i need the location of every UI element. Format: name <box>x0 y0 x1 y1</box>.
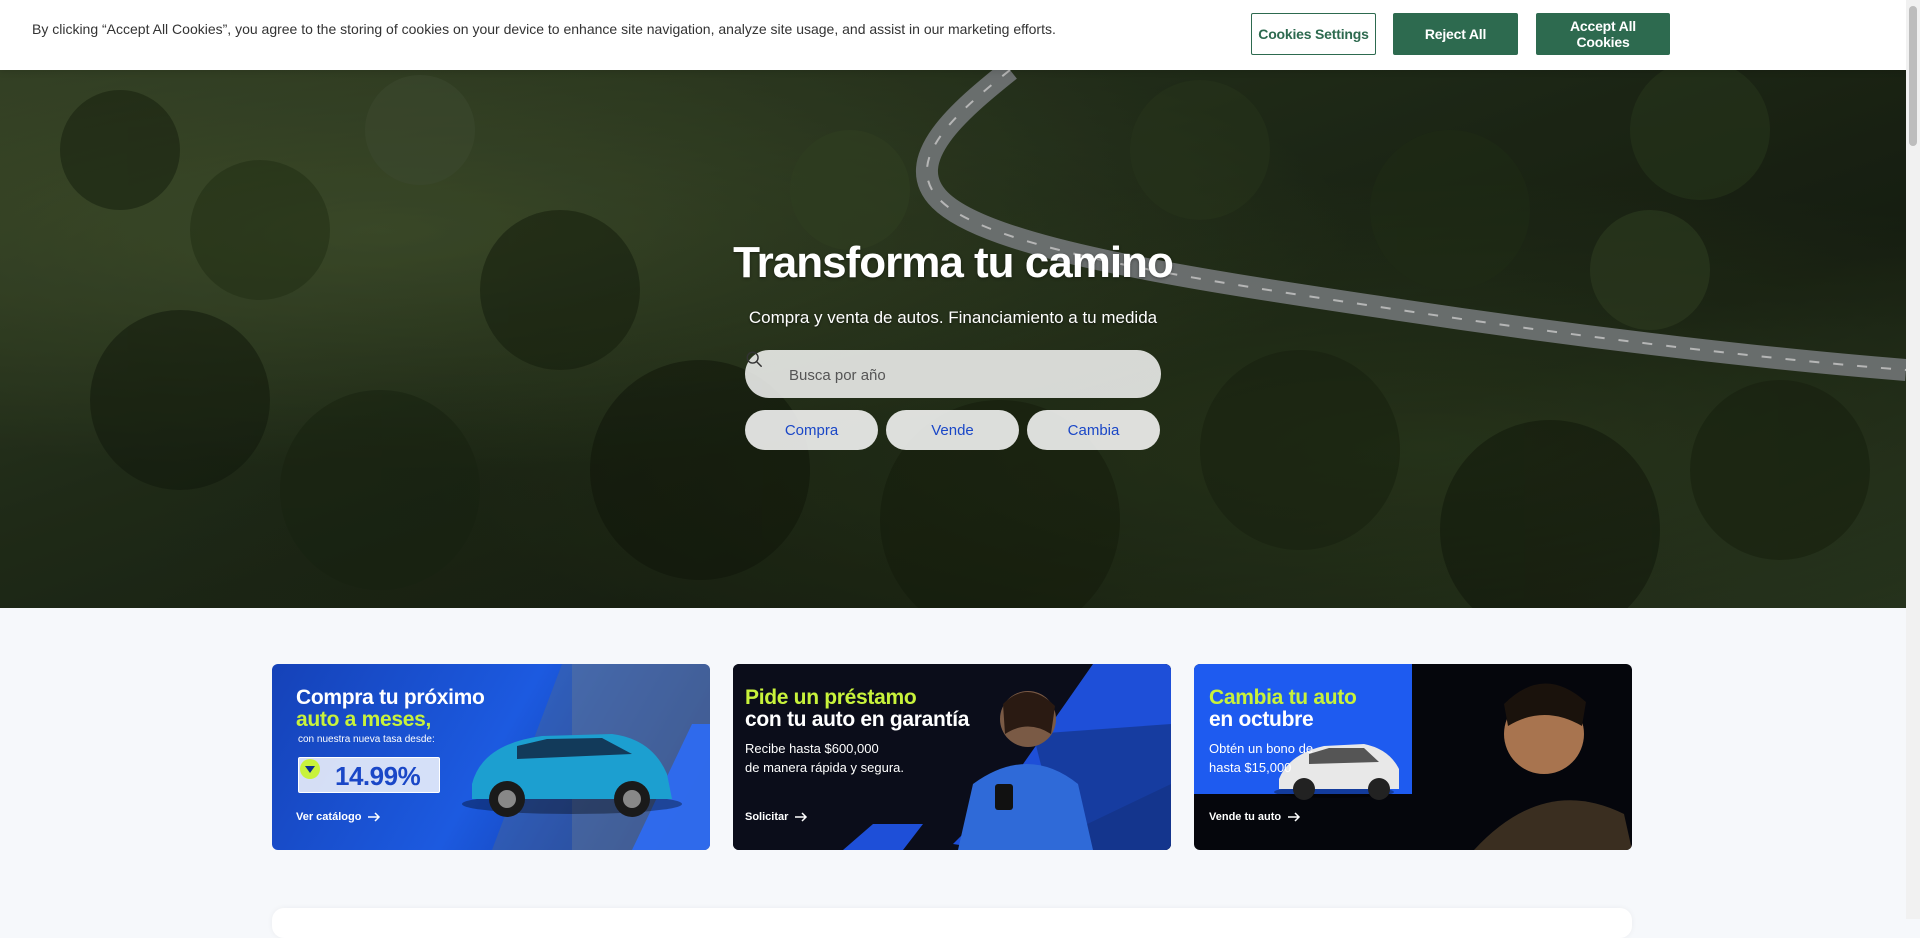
card-desc-line1: Recibe hasta $600,000 <box>745 741 879 756</box>
card-title: Pide un préstamo con tu auto en garantía <box>745 687 969 731</box>
card-title: Compra tu próximo auto a meses, <box>296 687 485 731</box>
scrollbar-thumb[interactable] <box>1909 6 1917 146</box>
cookies-settings-button[interactable]: Cookies Settings <box>1251 13 1376 55</box>
card-desc-line1: Obtén un bono de <box>1209 741 1314 756</box>
card-title-line2: auto a meses, <box>296 708 431 731</box>
link-label: Solicitar <box>745 811 789 823</box>
arrow-right-icon <box>1288 812 1301 822</box>
reject-all-button[interactable]: Reject All <box>1393 13 1518 55</box>
link-label: Ver catálogo <box>296 811 362 823</box>
promo-card-compra[interactable]: Compra tu próximo auto a meses, con nues… <box>272 664 710 850</box>
promo-card-cambia[interactable]: Cambia tu auto en octubre Obtén un bono … <box>1194 664 1632 850</box>
card-title-line1: Pide un préstamo <box>745 686 917 709</box>
vende-button[interactable]: Vende <box>886 410 1019 450</box>
chevron-down-circle-icon <box>300 759 320 779</box>
arrow-right-icon <box>368 812 381 822</box>
card-description: Obtén un bono de hasta $15,000 <box>1209 739 1313 777</box>
rate-value: 14.99% <box>335 761 421 791</box>
card-title-line2: en octubre <box>1209 708 1314 731</box>
cambia-button[interactable]: Cambia <box>1027 410 1160 450</box>
hero-title: Transforma tu camino <box>733 238 1174 287</box>
card-title: Cambia tu auto en octubre <box>1209 686 1357 731</box>
hero-background-landscape <box>0 70 1906 608</box>
accept-all-cookies-button[interactable]: Accept All Cookies <box>1536 13 1670 55</box>
arrow-right-icon <box>795 812 808 822</box>
card-rate-caption: con nuestra nueva tasa desde: <box>298 734 435 745</box>
search-icon <box>746 351 762 367</box>
compra-button[interactable]: Compra <box>745 410 878 450</box>
card-title-line1: Compra tu próximo <box>296 686 485 709</box>
solicitar-link[interactable]: Solicitar <box>745 811 808 823</box>
search-input[interactable] <box>787 350 1151 400</box>
cookie-banner: By clicking “Accept All Cookies”, you ag… <box>0 0 1906 70</box>
card-title-line1: Cambia tu auto <box>1209 686 1357 709</box>
hero-subtitle: Compra y venta de autos. Financiamiento … <box>748 308 1158 327</box>
promo-card-prestamo[interactable]: Pide un préstamo con tu auto en garantía… <box>733 664 1171 850</box>
ver-catalogo-link[interactable]: Ver catálogo <box>296 811 381 823</box>
vende-tu-auto-link[interactable]: Vende tu auto <box>1209 811 1301 823</box>
rate-badge: 14.99% <box>298 757 440 793</box>
hero-section: Transforma tu camino Compra y venta de a… <box>0 70 1906 608</box>
page-scrollbar[interactable] <box>1906 0 1920 919</box>
search-bar[interactable] <box>745 350 1161 400</box>
card-description: Recibe hasta $600,000 de manera rápida y… <box>745 739 904 777</box>
card-desc-line2: de manera rápida y segura. <box>745 760 904 775</box>
card-desc-line2: hasta $15,000 <box>1209 760 1292 775</box>
cookie-banner-text: By clicking “Accept All Cookies”, you ag… <box>32 21 1056 37</box>
next-section-preview <box>272 908 1632 938</box>
card-title-line2: con tu auto en garantía <box>745 708 970 731</box>
link-label: Vende tu auto <box>1209 811 1282 823</box>
